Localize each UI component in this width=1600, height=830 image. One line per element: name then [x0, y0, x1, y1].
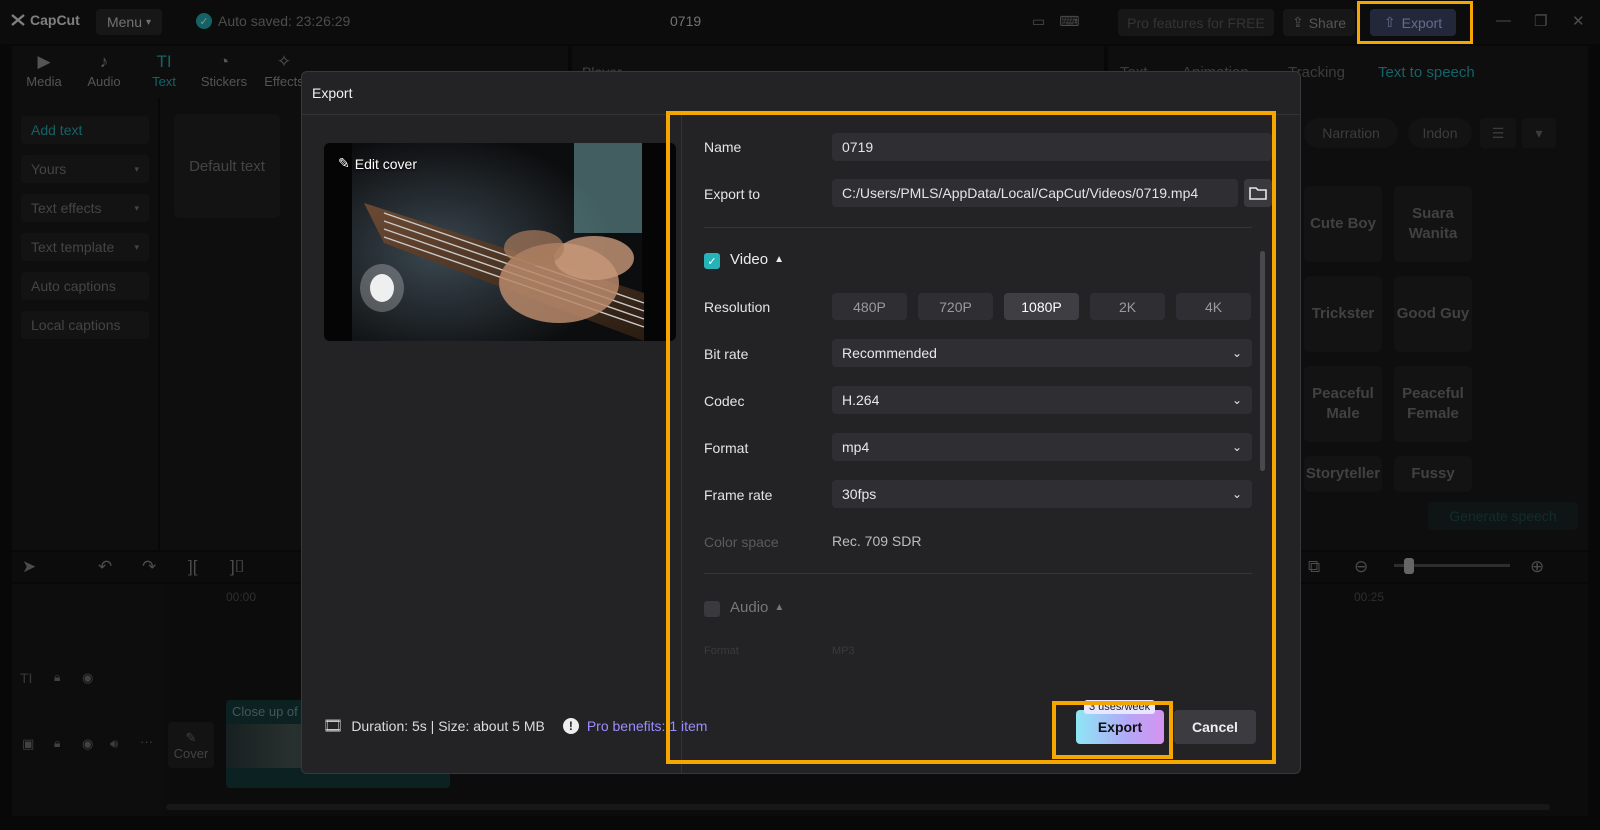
highlight-export-settings [666, 111, 1276, 764]
info-icon: ! [562, 718, 579, 734]
guitar-image [324, 143, 676, 341]
edit-cover-label: Edit cover [354, 155, 417, 172]
edit-cover-button[interactable]: ✎ Edit cover [338, 155, 417, 172]
export-summary: 🎞︎ Duration: 5s | Size: about 5 MB ! Pro… [323, 716, 707, 736]
dialog-title: Export [312, 85, 353, 101]
highlight-export-button [1052, 701, 1173, 759]
pencil-icon: ✎ [338, 155, 350, 171]
film-icon: 🎞︎ [323, 718, 344, 735]
cover-thumbnail[interactable]: ✎ Edit cover [324, 143, 676, 341]
highlight-export-top [1357, 1, 1473, 44]
duration-size: Duration: 5s | Size: about 5 MB [351, 718, 545, 734]
cover-section: ✎ Edit cover [302, 115, 682, 773]
